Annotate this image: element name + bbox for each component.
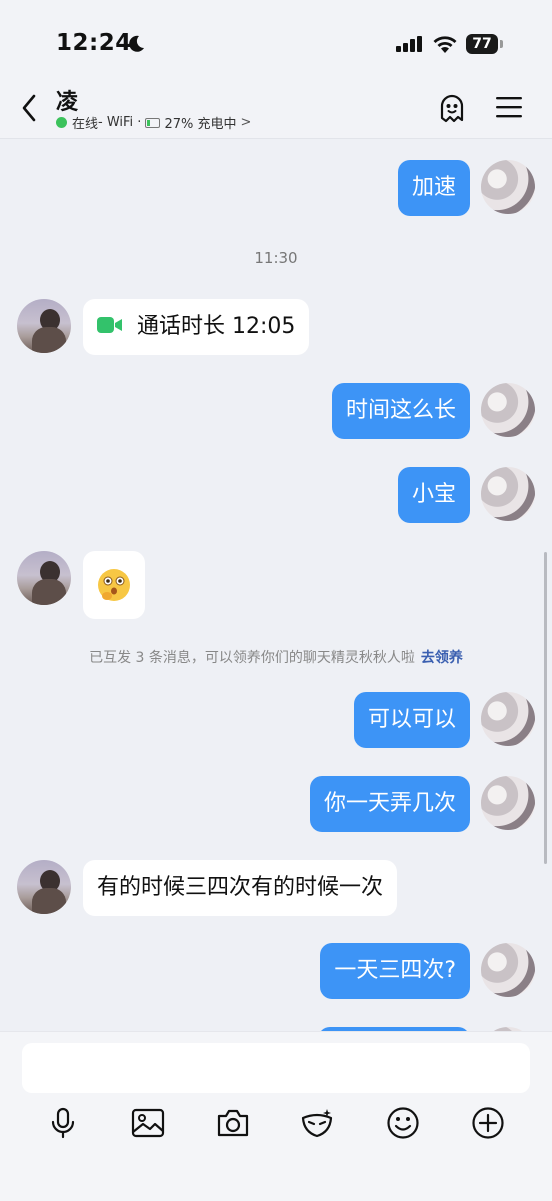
message-input[interactable] [22, 1043, 530, 1093]
avatar-body [32, 579, 66, 605]
chat-header: 凌 在线 - WiFi · 27% 充电中 > [0, 80, 552, 139]
call-record-bubble[interactable]: 通话时长 12:05 [83, 299, 310, 355]
mask-icon[interactable] [300, 1106, 334, 1140]
battery-indicator: 77 [466, 34, 504, 54]
message-timestamp: 11:30 [254, 249, 298, 267]
input-area [0, 1031, 552, 1201]
my-avatar[interactable] [481, 467, 535, 521]
ghost-icon[interactable] [436, 92, 468, 124]
battery-tip [500, 40, 503, 48]
avatar-body [32, 327, 66, 353]
status-online: 在线 [72, 117, 99, 132]
message-bubble-mine[interactable]: 可以可以 [353, 692, 470, 748]
system-notice-text: 已互发 3 条消息，可以领养你们的聊天精灵秋秋人啦 [89, 650, 415, 666]
message-list[interactable]: 加速 11:30 通话时长 12:05 时间这么长 小宝 已互发 3 条消息，可… [0, 139, 552, 1031]
contact-name[interactable]: 凌 [56, 84, 78, 116]
online-dot-icon [56, 117, 67, 128]
scrollbar[interactable] [544, 552, 547, 864]
status-time: 12:24 [56, 30, 132, 56]
my-avatar[interactable] [481, 160, 535, 214]
video-call-icon [97, 317, 122, 333]
my-avatar[interactable] [481, 692, 535, 746]
message-bubble-mine[interactable]: 加速 [397, 160, 470, 216]
contact-status[interactable]: 在线 - WiFi · 27% 充电中 > [56, 113, 251, 132]
wifi-icon [433, 36, 457, 53]
signal-icon [396, 36, 422, 52]
peer-avatar[interactable] [17, 551, 71, 605]
image-icon[interactable] [131, 1106, 165, 1140]
peer-avatar[interactable] [17, 299, 71, 353]
my-avatar[interactable] [481, 776, 535, 830]
battery-level: 77 [466, 34, 498, 54]
moon-icon [129, 35, 144, 52]
system-notice: 已互发 3 条消息，可以领养你们的聊天精灵秋秋人啦 去领养 [0, 647, 552, 667]
message-bubble-mine[interactable]: 小宝 [397, 467, 470, 523]
emoji-icon[interactable] [386, 1106, 420, 1140]
status-network: - WiFi · [98, 115, 142, 130]
microphone-icon[interactable] [46, 1106, 80, 1140]
emoji-message-bubble[interactable] [83, 551, 145, 619]
my-avatar[interactable] [481, 383, 535, 437]
my-avatar[interactable] [481, 943, 535, 997]
thinking-face-icon [98, 569, 130, 601]
chevron-right-icon: > [240, 115, 252, 130]
peer-avatar[interactable] [17, 860, 71, 914]
message-bubble-mine[interactable]: 时间这么长 [331, 383, 470, 439]
message-bubble-mine[interactable]: 一天三四次? [320, 943, 470, 999]
adopt-link[interactable]: 去领养 [421, 650, 463, 666]
plus-icon[interactable] [471, 1106, 505, 1140]
status-bar: 12:24 77 [0, 0, 552, 80]
status-battery: 27% 充电中 [164, 117, 237, 132]
battery-small-icon [145, 117, 161, 128]
avatar-body [32, 888, 66, 914]
camera-icon[interactable] [216, 1106, 250, 1140]
back-arrow-icon[interactable] [16, 90, 44, 126]
call-duration: 通话时长 12:05 [137, 314, 296, 339]
menu-icon[interactable] [496, 96, 522, 118]
message-bubble-mine[interactable]: 你一天弄几次 [309, 776, 470, 832]
message-bubble-peer[interactable]: 有的时候三四次有的时候一次 [83, 860, 398, 916]
